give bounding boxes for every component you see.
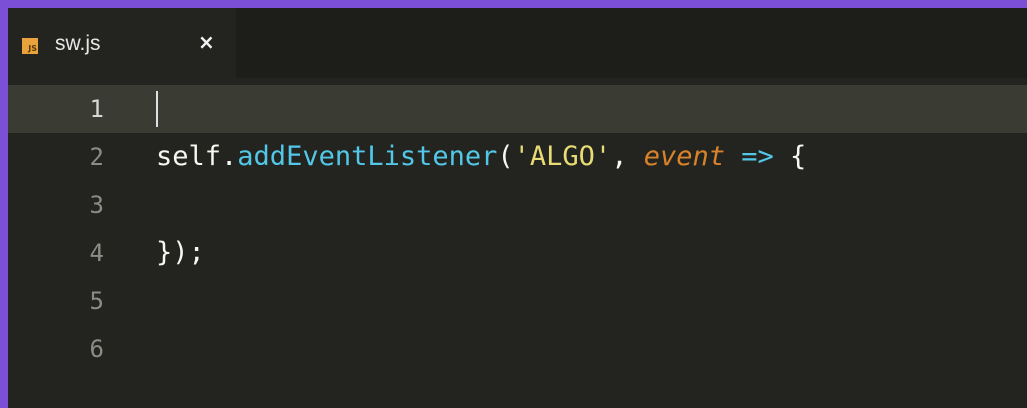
js-file-icon: JS	[22, 38, 38, 54]
token-arrow: =>	[741, 141, 774, 172]
line-number: 5	[89, 287, 104, 315]
line-number: 4	[89, 239, 104, 267]
code-line[interactable]: 1	[8, 85, 1027, 133]
token-string: 'ALGO'	[513, 141, 612, 172]
code-text: self.addEventListener('ALGO', event => {	[156, 133, 806, 181]
code-line[interactable]: 5	[8, 277, 1027, 325]
code-line[interactable]: 2 self.addEventListener('ALGO', event =>…	[8, 133, 1027, 181]
code-line[interactable]: 3	[8, 181, 1027, 229]
code-line[interactable]: 6	[8, 325, 1027, 373]
tab-filename: sw.js	[55, 32, 101, 55]
token-method: addEventListener	[237, 141, 498, 172]
line-number: 2	[89, 143, 104, 171]
tab-bar: JS sw.js ×	[8, 8, 1027, 78]
line-number: 3	[89, 191, 104, 219]
token-open-brace: {	[773, 141, 807, 172]
token-comma: ,	[611, 141, 644, 172]
token-object: self	[156, 141, 222, 172]
close-icon[interactable]: ×	[198, 30, 215, 54]
text-cursor	[156, 91, 158, 127]
code-text: });	[156, 237, 205, 268]
line-number: 6	[89, 335, 104, 363]
line-number: 1	[89, 95, 104, 123]
token-dot: .	[221, 141, 238, 172]
editor-window: JS sw.js × 1 2 self.addEventListener('AL…	[8, 8, 1027, 408]
token-parameter: event	[643, 141, 725, 172]
code-editor[interactable]: 1 2 self.addEventListener('ALGO', event …	[8, 78, 1027, 408]
token-open-paren: (	[497, 141, 514, 172]
code-line[interactable]: 4 });	[8, 229, 1027, 277]
tab-sw-js[interactable]: JS sw.js ×	[8, 8, 236, 78]
